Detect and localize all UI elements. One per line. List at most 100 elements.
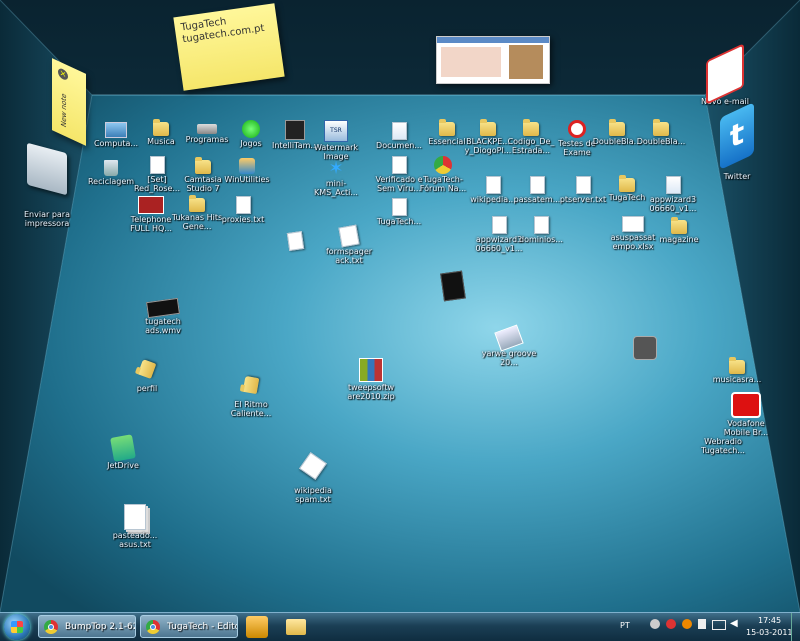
cd-icon <box>494 324 524 352</box>
black-book-item[interactable] <box>422 270 484 302</box>
tsr-icon: TSR <box>324 120 348 142</box>
computer-icon <box>105 122 127 138</box>
vodafone-item[interactable]: Vodafone Mobile Br... <box>714 392 778 437</box>
document-icon <box>533 216 549 234</box>
battery-icon[interactable] <box>712 620 726 630</box>
windows-logo-icon <box>11 621 23 633</box>
chrome-icon <box>146 620 160 634</box>
taskbar-button-tugatech[interactable]: TugaTech - Editor... <box>140 615 238 638</box>
document-icon <box>149 156 165 174</box>
winutilities-item[interactable]: WinUtilities <box>216 158 278 184</box>
folder-icon <box>480 119 496 136</box>
jetdrive-icon <box>110 434 136 462</box>
magazine-folder[interactable]: magazine <box>648 217 710 244</box>
twitter-wall-item[interactable]: t Twitter <box>702 102 772 181</box>
folder-icon <box>523 119 539 136</box>
folder-icon <box>242 375 260 395</box>
document-icon <box>529 176 545 194</box>
folder-icon <box>439 119 455 136</box>
show-desktop-button[interactable] <box>791 613 800 641</box>
folder-icon <box>189 195 205 212</box>
dominios-doc[interactable]: dominios... <box>510 216 572 244</box>
mail-icon <box>706 43 744 105</box>
note-close-icon: × <box>58 66 68 82</box>
recycle-bin-icon <box>104 160 118 176</box>
robot-icon <box>633 336 657 360</box>
printer-icon <box>27 142 67 196</box>
archive-icon <box>359 358 383 382</box>
book-icon <box>440 270 466 302</box>
tugatech-doc[interactable]: TugaTech... <box>368 198 430 226</box>
chrome-icon <box>44 620 58 634</box>
mini-kms-item[interactable]: ✶ mini-KMS_Acti... <box>305 158 367 198</box>
installer-icon <box>665 176 681 194</box>
tray-icon-orange[interactable] <box>682 619 692 629</box>
folder-icon <box>137 359 157 379</box>
video-icon <box>146 297 180 319</box>
tweepsoft-item[interactable]: tweepsoftw are2010.zip <box>340 358 402 401</box>
taskbar-button-bumptop[interactable]: BumpTop 2.1-622... <box>38 615 136 638</box>
robot-item[interactable] <box>614 336 676 360</box>
webradio-item[interactable]: Webradio Tugatech... <box>690 436 756 455</box>
jetdrive-item[interactable]: JetDrive <box>92 434 154 470</box>
doublebla2-folder[interactable]: DoubleBla... <box>630 119 692 146</box>
musicasra-folder[interactable]: musicasra... <box>706 357 768 384</box>
flag-icon[interactable] <box>698 619 706 629</box>
start-button[interactable] <box>4 614 30 640</box>
tugatech-ads-item[interactable]: tugatech ads.wmv <box>132 297 194 335</box>
document-icon <box>286 231 304 251</box>
bumptop-3d-desktop[interactable]: TugaTech tugatech.com.pt × New note Envi… <box>0 0 800 612</box>
formspager-doc[interactable]: formspager ack.txt <box>318 224 380 265</box>
folder-icon <box>729 357 745 374</box>
browser-thumbnail[interactable] <box>436 36 550 84</box>
document-stack-icon <box>124 504 146 530</box>
app-icon <box>285 120 305 140</box>
document-icon <box>391 122 407 140</box>
document-icon <box>485 176 501 194</box>
elritmo-folder[interactable]: El Ritmo Caliente... <box>220 375 282 418</box>
spreadsheet-icon <box>622 216 644 232</box>
folder-icon <box>671 217 687 234</box>
new-email-wall-item[interactable]: Novo e-mail <box>690 43 760 106</box>
play-icon <box>242 120 260 138</box>
taskbar-pin-explorer[interactable] <box>286 619 306 635</box>
document-icon <box>391 198 407 216</box>
printer-wall-item[interactable]: Enviar para impressora <box>12 142 82 228</box>
network-icon[interactable] <box>650 619 660 629</box>
folder-icon <box>195 157 211 174</box>
vodafone-icon <box>731 392 761 418</box>
thumbnail-header <box>437 37 549 43</box>
folder-icon <box>653 119 669 136</box>
proxies-doc[interactable]: proxies.txt <box>212 196 274 224</box>
watermark-item[interactable]: TSR Watermark Image <box>305 120 367 161</box>
folder-icon <box>609 119 625 136</box>
language-indicator[interactable]: PT <box>620 621 630 630</box>
yarwe-item[interactable]: yarwe groove 20... <box>478 324 540 367</box>
star-icon: ✶ <box>328 158 344 179</box>
sign-icon <box>568 120 586 138</box>
document-icon <box>491 216 507 234</box>
volume-icon[interactable]: ◀ <box>730 618 738 629</box>
perfil-folder[interactable]: perfil <box>116 359 178 393</box>
document-icon <box>575 176 591 194</box>
document-icon <box>235 196 251 214</box>
wikipedia-spam-doc[interactable]: wikipedia spam.txt <box>282 452 344 504</box>
folder-icon <box>619 175 635 192</box>
thumbnail-photo <box>509 45 543 79</box>
sticky-note-tugatech[interactable]: TugaTech tugatech.com.pt <box>173 3 285 91</box>
appwizard-item[interactable]: appwizard3 06660_v1... <box>642 176 704 213</box>
tray-icon-red[interactable] <box>666 619 676 629</box>
new-note-label: New note <box>60 91 68 129</box>
taskbar-pin-app[interactable] <box>246 616 268 638</box>
document-icon <box>299 452 327 480</box>
twitter-icon: t <box>720 102 754 170</box>
clock-time[interactable]: 17:45 <box>758 616 781 625</box>
folder-icon <box>153 119 169 136</box>
clock-date[interactable]: 15-03-2011 <box>746 628 793 637</box>
blank-doc[interactable] <box>264 231 326 251</box>
document-icon <box>391 156 407 174</box>
document-icon <box>338 224 360 248</box>
taskbar: BumpTop 2.1-622... TugaTech - Editor... … <box>0 612 800 641</box>
sticky-note-new[interactable]: × New note <box>52 58 86 146</box>
pasteado-doc-stack[interactable]: pasteado... asus.txt <box>104 504 166 549</box>
